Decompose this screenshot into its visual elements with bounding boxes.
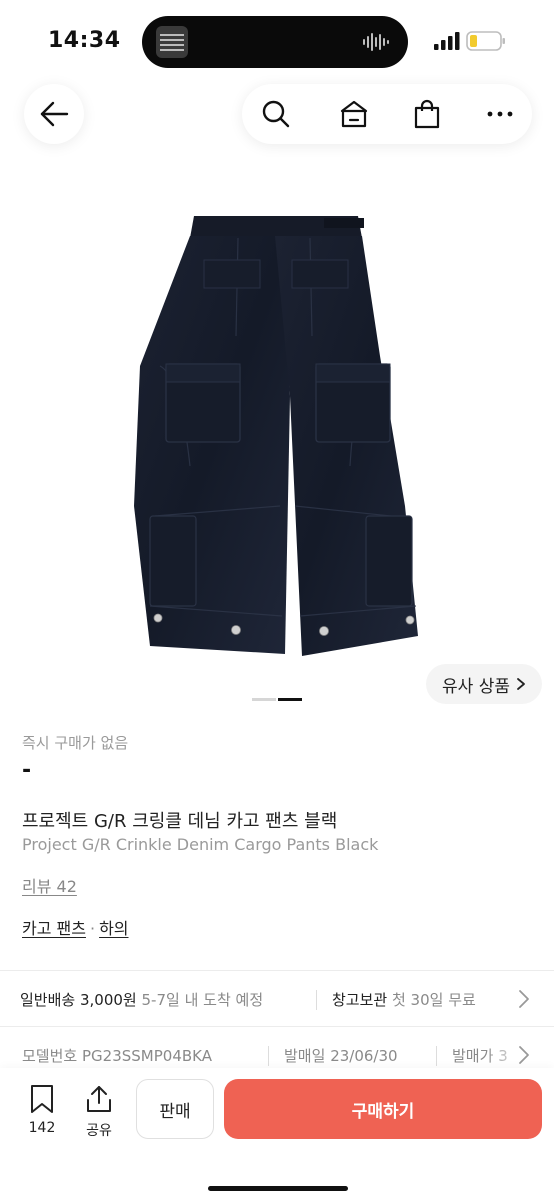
release-date: 발매일 23/06/30: [284, 1045, 398, 1066]
status-bar: 14:34: [0, 0, 554, 84]
storage-note: 첫 30일 무료: [391, 991, 476, 1009]
bottom-action-bar: 142 공유 판매 구매하기: [0, 1068, 554, 1200]
normal-shipping: 일반배송 3,000원 5-7일 내 도착 예정: [20, 989, 263, 1010]
category-link-cargo-pants[interactable]: 카고 팬츠: [22, 919, 86, 938]
product-title: 프로젝트 G/R 크링클 데님 카고 팬츠 블랙: [22, 811, 338, 832]
signal-icon: [434, 32, 460, 50]
divider: [0, 1026, 554, 1027]
arrow-left-icon: [40, 101, 69, 127]
model-number-value: PG23SSMP04BKA: [81, 1047, 212, 1065]
search-icon: [262, 100, 290, 128]
home-icon: [340, 100, 368, 128]
product-title-english: Project G/R Crinkle Denim Cargo Pants Bl…: [22, 835, 379, 854]
shipping-options[interactable]: 일반배송 3,000원 5-7일 내 도착 예정 창고보관 첫 30일 무료: [0, 972, 554, 1026]
vertical-divider: [436, 1046, 437, 1066]
home-button[interactable]: [334, 94, 374, 134]
normal-shipping-price: 3,000원: [79, 991, 137, 1009]
category-link-bottoms[interactable]: 하의: [99, 919, 128, 938]
battery-icon: [466, 31, 505, 51]
share-icon: [87, 1086, 111, 1112]
bookmark-button[interactable]: 142: [22, 1084, 62, 1136]
bookmark-count: 142: [28, 1120, 56, 1136]
bookmark-icon: [31, 1085, 53, 1113]
vertical-divider: [316, 990, 317, 1010]
search-button[interactable]: [256, 94, 296, 134]
now-playing-artwork: [156, 26, 188, 58]
dynamic-island[interactable]: [142, 16, 408, 68]
model-number: 모델번호 PG23SSMP04BKA: [22, 1045, 212, 1066]
instant-price: -: [22, 758, 32, 783]
chevron-right-icon: [519, 1046, 529, 1064]
buy-button[interactable]: 구매하기: [224, 1079, 542, 1139]
divider: [0, 970, 554, 971]
gallery-pagination: [252, 698, 302, 702]
product-image[interactable]: [120, 206, 430, 668]
review-link[interactable]: 리뷰 42: [22, 873, 77, 897]
chevron-right-icon: [519, 990, 529, 1008]
share-label: 공유: [86, 1123, 112, 1139]
cart-button[interactable]: [407, 94, 447, 134]
similar-products-label: 유사 상품: [442, 676, 510, 697]
sell-button[interactable]: 판매: [136, 1079, 214, 1139]
more-icon: [487, 111, 513, 117]
back-button[interactable]: [24, 84, 84, 144]
vertical-divider: [268, 1046, 269, 1066]
similar-products-button[interactable]: 유사 상품: [426, 664, 542, 704]
category-breadcrumb: 카고 팬츠 · 하의: [22, 915, 129, 939]
more-button[interactable]: [480, 94, 520, 134]
normal-shipping-eta: 5-7일 내 도착 예정: [141, 991, 264, 1009]
release-date-value: 23/06/30: [330, 1047, 398, 1065]
normal-shipping-label: 일반배송: [20, 991, 76, 1009]
pagination-dot: [252, 698, 276, 701]
storage-label: 창고보관: [332, 991, 388, 1009]
release-date-label: 발매일: [284, 1047, 326, 1065]
audio-wave-icon: [363, 33, 389, 51]
warehouse-storage: 창고보관 첫 30일 무료: [332, 989, 476, 1010]
chevron-right-icon: [517, 678, 525, 690]
shopping-bag-icon: [414, 99, 440, 129]
status-time: 14:34: [48, 28, 121, 53]
category-separator: ·: [89, 919, 96, 938]
instant-price-label: 즉시 구매가 없음: [22, 734, 129, 752]
model-number-label: 모델번호: [22, 1047, 78, 1065]
pagination-dot-active: [278, 698, 302, 701]
home-indicator[interactable]: [208, 1186, 348, 1191]
share-button[interactable]: 공유: [79, 1084, 119, 1140]
header-actions: [242, 84, 532, 144]
